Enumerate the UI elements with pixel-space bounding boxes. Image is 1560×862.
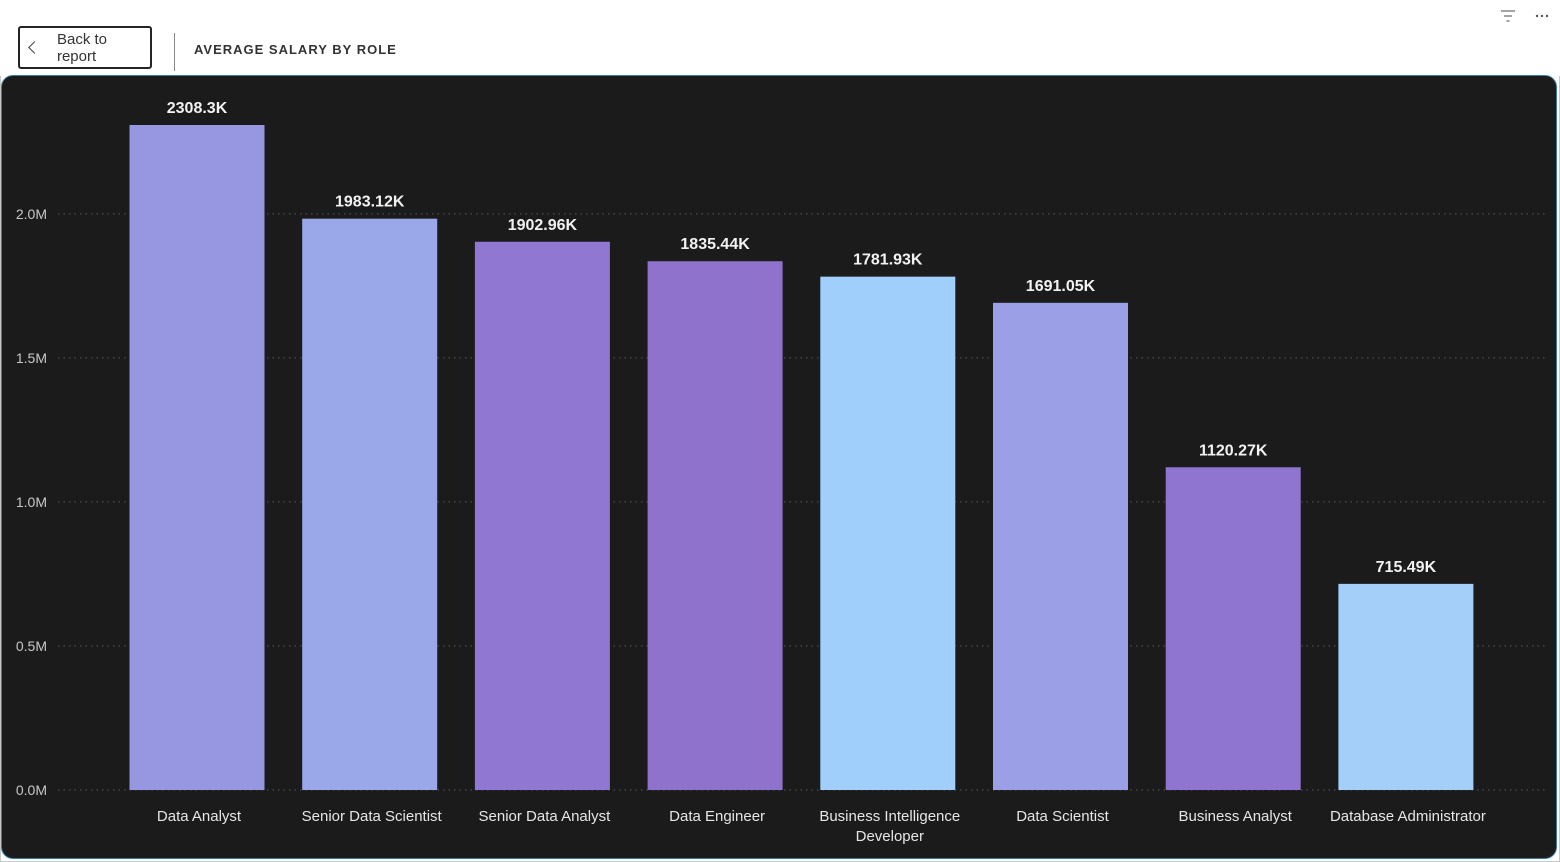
x-tick-label: Business Analyst (1178, 808, 1292, 825)
data-label: 1983.12K (335, 194, 405, 211)
bar[interactable] (820, 276, 956, 791)
bar-chart: 0.0M 0.5M 1.0M 1.5M 2.0M 2308.3K Data Analyst 1… (16, 100, 1545, 845)
x-tick-label: Senior Data Analyst (479, 808, 612, 825)
bar[interactable] (647, 261, 783, 790)
data-label: 1691.05K (1026, 278, 1096, 295)
data-label: 2308.3K (167, 100, 228, 117)
y-tick-label: 0.5M (16, 638, 47, 654)
data-label: 1902.96K (508, 217, 578, 234)
x-tick-label: Data Analyst (157, 808, 242, 825)
data-label: 1781.93K (853, 252, 923, 269)
x-tick-label: Senior Data Scientist (302, 808, 443, 825)
y-tick-label: 1.0M (16, 494, 47, 510)
x-tick-label: Data Scientist (1016, 808, 1109, 825)
x-tick-label: Developer (856, 828, 924, 845)
bar[interactable] (1338, 583, 1474, 790)
bar[interactable] (1165, 467, 1301, 790)
data-label: 715.49K (1376, 559, 1437, 576)
x-tick-label: Database Administrator (1330, 808, 1486, 825)
bar[interactable] (993, 302, 1128, 790)
y-tick-label: 1.5M (16, 350, 47, 366)
bar[interactable] (474, 241, 610, 790)
y-tick-label: 0.0M (16, 782, 47, 798)
y-tick-label: 2.0M (16, 206, 47, 222)
x-tick-label: Business Intelligence (819, 808, 960, 825)
bar[interactable] (302, 218, 438, 790)
data-label: 1120.27K (1199, 442, 1268, 459)
data-label: 1835.44K (680, 236, 750, 253)
x-tick-label: Data Engineer (669, 808, 765, 825)
bar[interactable] (129, 125, 265, 790)
